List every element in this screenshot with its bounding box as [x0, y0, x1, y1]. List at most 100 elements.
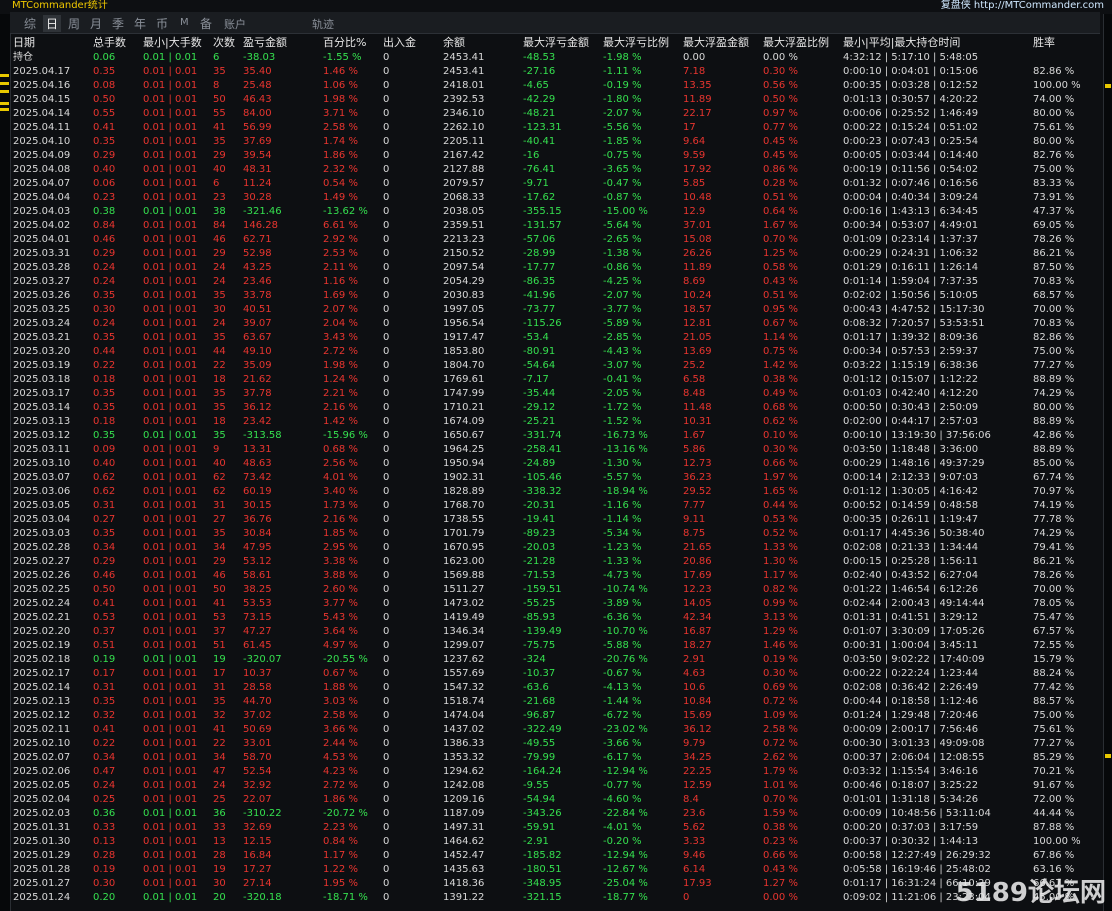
tab-yearly[interactable]: 年	[134, 15, 146, 32]
table-row[interactable]: 2025.04.02 0.84 0.01 | 0.01 84 146.28 6.61 % 0…	[10, 219, 1102, 233]
table-row[interactable]: 2025.02.14 0.31 0.01 | 0.01 31 28.58 1.88 % 0 1…	[10, 681, 1102, 695]
table-row[interactable]: 2025.03.05 0.31 0.01 | 0.01 31 30.15 1.73 % 0 1…	[10, 499, 1102, 513]
table-row[interactable]: 2025.03.27 0.24 0.01 | 0.01 24 23.46 1.16 % 0 2…	[10, 275, 1102, 289]
column-header[interactable]: 日期	[13, 35, 35, 51]
deposit-cell: 0	[383, 822, 390, 833]
tab-notes[interactable]: 备	[200, 15, 212, 32]
table-row[interactable]: 2025.02.04 0.25 0.01 | 0.01 25 22.07 1.86 % 0 1…	[10, 793, 1102, 807]
max-float-profit-cell: 36.23	[683, 472, 712, 483]
column-header[interactable]: 最大浮亏金额	[523, 35, 589, 51]
table-row[interactable]: 2025.02.27 0.29 0.01 | 0.01 29 53.12 3.38 % 0 1…	[10, 555, 1102, 569]
table-row[interactable]: 2025.02.03 0.36 0.01 | 0.01 36 -310.22 -20.72…	[10, 807, 1102, 821]
table-row[interactable]: 2025.02.11 0.41 0.01 | 0.01 41 50.69 3.66 % 0 1…	[10, 723, 1102, 737]
table-row[interactable]: 2025.02.26 0.46 0.01 | 0.01 46 58.61 3.88 % 0 1…	[10, 569, 1102, 583]
table-row[interactable]: 2025.03.03 0.35 0.01 | 0.01 35 30.84 1.85 % 0 1…	[10, 527, 1102, 541]
table-row[interactable]: 2025.03.21 0.35 0.01 | 0.01 35 63.67 3.43 % 0 1…	[10, 331, 1102, 345]
hold-time-cell: 0:01:13 | 0:30:57 | 4:20:22	[843, 94, 979, 105]
table-row[interactable]: 2025.02.25 0.50 0.01 | 0.01 50 38.25 2.60 % 0 1…	[10, 583, 1102, 597]
max-float-loss-cell: -80.91	[523, 346, 556, 357]
table-row[interactable]: 2025.03.10 0.40 0.01 | 0.01 40 48.63 2.56 % 0 1…	[10, 457, 1102, 471]
column-header[interactable]: 最小|平均|最大持仓时间	[843, 35, 960, 51]
table-row[interactable]: 2025.04.14 0.55 0.01 | 0.01 55 84.00 3.71 % 0 2…	[10, 107, 1102, 121]
table-row[interactable]: 2025.02.05 0.24 0.01 | 0.01 24 32.92 2.72 % 0 1…	[10, 779, 1102, 793]
max-float-loss-cell: -27.16	[523, 66, 556, 77]
table-row[interactable]: 2025.03.20 0.44 0.01 | 0.01 44 49.10 2.72 % 0 1…	[10, 345, 1102, 359]
balance-cell: 2453.41	[443, 66, 485, 77]
table-row[interactable]: 2025.03.28 0.24 0.01 | 0.01 24 43.25 2.11 % 0 2…	[10, 261, 1102, 275]
tab-currency[interactable]: 币	[156, 15, 168, 32]
column-header[interactable]: 出入金	[383, 35, 416, 51]
table-row[interactable]: 2025.03.07 0.62 0.01 | 0.01 62 73.42 4.01 % 0 1…	[10, 471, 1102, 485]
percent-cell: 1.16 %	[323, 276, 358, 287]
table-row[interactable]: 2025.02.12 0.32 0.01 | 0.01 32 37.02 2.58 % 0 1…	[10, 709, 1102, 723]
column-header[interactable]: 最大浮亏比例	[603, 35, 669, 51]
column-header[interactable]: 胜率	[1033, 35, 1055, 51]
table-row[interactable]: 2025.03.25 0.30 0.01 | 0.01 30 40.51 2.07 % 0 1…	[10, 303, 1102, 317]
table-row[interactable]: 2025.03.17 0.35 0.01 | 0.01 35 37.78 2.21 % 0 1…	[10, 387, 1102, 401]
column-header[interactable]: 盈亏金额	[243, 35, 287, 51]
tab-quarterly[interactable]: 季	[112, 15, 124, 32]
table-row[interactable]: 2025.01.27 0.30 0.01 | 0.01 30 27.14 1.95 % 0 1…	[10, 877, 1102, 891]
table-row[interactable]: 2025.04.01 0.46 0.01 | 0.01 46 62.71 2.92 % 0 2…	[10, 233, 1102, 247]
table-row[interactable]: 2025.04.08 0.40 0.01 | 0.01 40 48.31 2.32 % 0 2…	[10, 163, 1102, 177]
table-row[interactable]: 2025.03.31 0.29 0.01 | 0.01 29 52.98 2.53 % 0 2…	[10, 247, 1102, 261]
tab-account[interactable]: 账户	[224, 16, 246, 32]
table-row[interactable]: 2025.04.10 0.35 0.01 | 0.01 35 37.69 1.74 % 0 2…	[10, 135, 1102, 149]
table-row[interactable]: 2025.03.04 0.27 0.01 | 0.01 27 36.76 2.16 % 0 1…	[10, 513, 1102, 527]
column-header[interactable]: 次数	[213, 35, 235, 51]
table-row[interactable]: 2025.02.07 0.34 0.01 | 0.01 34 58.70 4.53 % 0 1…	[10, 751, 1102, 765]
app-link[interactable]: 复盘侠 http://MTCommander.com	[941, 0, 1104, 10]
max-float-profit-pct-cell: 1.65 %	[763, 486, 798, 497]
table-row[interactable]: 2025.01.24 0.20 0.01 | 0.01 20 -320.18 -18.71…	[10, 891, 1102, 905]
tab-trajectory[interactable]: 轨迹	[312, 16, 334, 32]
column-header[interactable]: 最大浮盈比例	[763, 35, 829, 51]
table-row[interactable]: 2025.03.18 0.18 0.01 | 0.01 18 21.62 1.24 % 0 1…	[10, 373, 1102, 387]
table-row[interactable]: 2025.03.12 0.35 0.01 | 0.01 35 -313.58 -15.96…	[10, 429, 1102, 443]
table-row[interactable]: 2025.04.16 0.08 0.01 | 0.01 8 25.48 1.06 % 0 24…	[10, 79, 1102, 93]
pnl-cell: 49.10	[243, 346, 272, 357]
table-row[interactable]: 2025.03.14 0.35 0.01 | 0.01 35 36.12 2.16 % 0 1…	[10, 401, 1102, 415]
table-row[interactable]: 持仓 0.06 0.01 | 0.01 6 -38.03 -1.55 % 0 2453.41 -…	[10, 51, 1102, 65]
table-row[interactable]: 2025.03.11 0.09 0.01 | 0.01 9 13.31 0.68 % 0 19…	[10, 443, 1102, 457]
column-header[interactable]: 余额	[443, 35, 465, 51]
lots-cell: 0.41	[93, 122, 116, 133]
table-row[interactable]: 2025.04.15 0.50 0.01 | 0.01 50 46.43 1.98 % 0 2…	[10, 93, 1102, 107]
pnl-cell: -320.18	[243, 892, 282, 903]
table-row[interactable]: 2025.01.30 0.13 0.01 | 0.01 13 12.15 0.84 % 0 1…	[10, 835, 1102, 849]
table-row[interactable]: 2025.03.26 0.35 0.01 | 0.01 35 33.78 1.69 % 0 2…	[10, 289, 1102, 303]
table-row[interactable]: 2025.04.07 0.06 0.01 | 0.01 6 11.24 0.54 % 0 20…	[10, 177, 1102, 191]
table-row[interactable]: 2025.02.21 0.53 0.01 | 0.01 53 73.15 5.43 % 0 1…	[10, 611, 1102, 625]
table-row[interactable]: 2025.04.09 0.29 0.01 | 0.01 29 39.54 1.86 % 0 2…	[10, 149, 1102, 163]
balance-cell: 1964.25	[443, 444, 485, 455]
table-row[interactable]: 2025.03.13 0.18 0.01 | 0.01 18 23.42 1.42 % 0 1…	[10, 415, 1102, 429]
column-header[interactable]: 总手数	[93, 35, 126, 51]
table-row[interactable]: 2025.04.17 0.35 0.01 | 0.01 35 35.40 1.46 % 0 2…	[10, 65, 1102, 79]
tab-daily[interactable]: 日	[43, 15, 62, 32]
max-float-loss-pct-cell: -1.85 %	[603, 136, 642, 147]
tab-summary[interactable]: 综	[24, 15, 36, 32]
table-row[interactable]: 2025.02.19 0.51 0.01 | 0.01 51 61.45 4.97 % 0 1…	[10, 639, 1102, 653]
table-row[interactable]: 2025.02.06 0.47 0.01 | 0.01 47 52.54 4.23 % 0 1…	[10, 765, 1102, 779]
table-row[interactable]: 2025.04.11 0.41 0.01 | 0.01 41 56.99 2.58 % 0 2…	[10, 121, 1102, 135]
table-row[interactable]: 2025.03.19 0.22 0.01 | 0.01 22 35.09 1.98 % 0 1…	[10, 359, 1102, 373]
table-row[interactable]: 2025.01.31 0.33 0.01 | 0.01 33 32.69 2.23 % 0 1…	[10, 821, 1102, 835]
table-row[interactable]: 2025.03.06 0.62 0.01 | 0.01 62 60.19 3.40 % 0 1…	[10, 485, 1102, 499]
table-row[interactable]: 2025.02.13 0.35 0.01 | 0.01 35 44.70 3.03 % 0 1…	[10, 695, 1102, 709]
table-row[interactable]: 2025.01.29 0.28 0.01 | 0.01 28 16.84 1.17 % 0 1…	[10, 849, 1102, 863]
table-row[interactable]: 2025.03.24 0.24 0.01 | 0.01 24 39.07 2.04 % 0 1…	[10, 317, 1102, 331]
table-row[interactable]: 2025.04.04 0.23 0.01 | 0.01 23 30.28 1.49 % 0 2…	[10, 191, 1102, 205]
table-row[interactable]: 2025.01.28 0.19 0.01 | 0.01 19 17.27 1.22 % 0 1…	[10, 863, 1102, 877]
table-row[interactable]: 2025.02.10 0.22 0.01 | 0.01 22 33.01 2.44 % 0 1…	[10, 737, 1102, 751]
table-row[interactable]: 2025.02.20 0.37 0.01 | 0.01 37 47.27 3.64 % 0 1…	[10, 625, 1102, 639]
table-row[interactable]: 2025.04.03 0.38 0.01 | 0.01 38 -321.46 -13.62…	[10, 205, 1102, 219]
table-row[interactable]: 2025.02.17 0.17 0.01 | 0.01 17 10.37 0.67 % 0 1…	[10, 667, 1102, 681]
tab-magic[interactable]: M	[180, 17, 189, 28]
table-row[interactable]: 2025.02.18 0.19 0.01 | 0.01 19 -320.07 -20.55…	[10, 653, 1102, 667]
column-header[interactable]: 百分比%	[323, 35, 366, 51]
tab-monthly[interactable]: 月	[90, 15, 102, 32]
table-row[interactable]: 2025.02.24 0.41 0.01 | 0.01 41 53.53 3.77 % 0 1…	[10, 597, 1102, 611]
column-header[interactable]: 最大浮盈金额	[683, 35, 749, 51]
tab-weekly[interactable]: 周	[68, 15, 80, 32]
table-row[interactable]: 2025.02.28 0.34 0.01 | 0.01 34 47.95 2.95 % 0 1…	[10, 541, 1102, 555]
column-header[interactable]: 最小|大手数	[143, 35, 202, 51]
